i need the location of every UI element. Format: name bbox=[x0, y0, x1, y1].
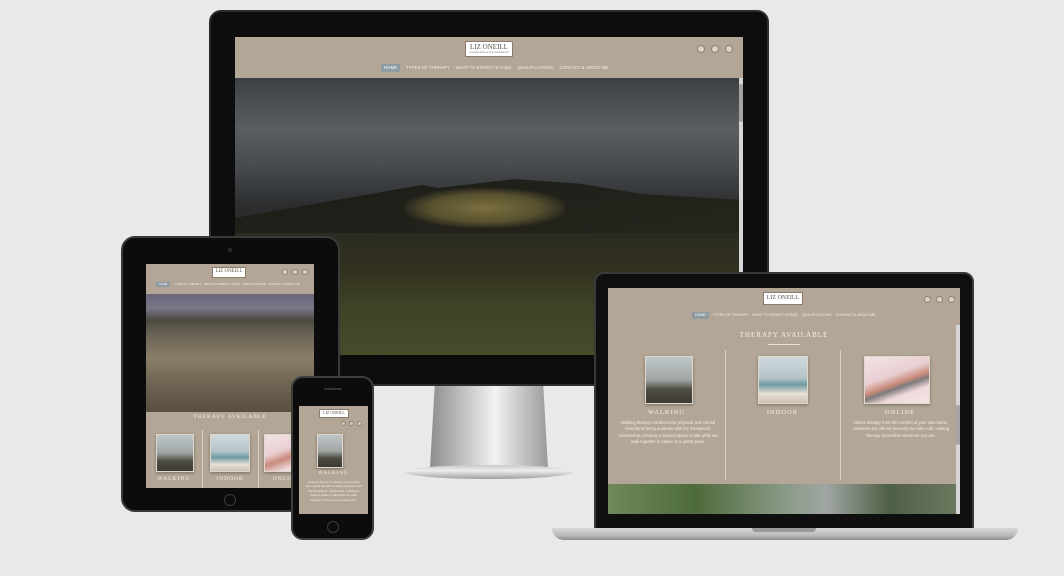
site-header: LIZ ONEILL COUNSELLING & PSYCHOTHERAPY H… bbox=[235, 37, 743, 78]
tablet-section-title: THERAPY AVAILABLE bbox=[193, 414, 267, 420]
logo-tagline: COUNSELLING & PSYCHOTHERAPY bbox=[468, 51, 510, 54]
facebook-icon[interactable] bbox=[924, 296, 931, 303]
phone-logo-name: LIZ ONEILL bbox=[323, 410, 345, 415]
indoor-title: INDOOR bbox=[216, 476, 244, 482]
nav-qualifications[interactable]: QUALIFICATIONS bbox=[243, 282, 266, 287]
nav-faqs[interactable]: WHAT TO EXPECT & FAQS bbox=[752, 312, 797, 319]
tablet-main-nav: HOME TYPES OF THERAPY WHAT TO EXPECT & F… bbox=[156, 282, 300, 287]
nav-contact[interactable]: CONTACT & ABOUT ME bbox=[836, 312, 876, 319]
desktop-scroll-thumb[interactable] bbox=[739, 84, 743, 122]
linkedin-icon[interactable] bbox=[357, 421, 362, 426]
walking-title: WALKING bbox=[318, 471, 349, 476]
nav-qualifications[interactable]: QUALIFICATIONS bbox=[802, 312, 832, 319]
laptop-site-header: LIZ ONEILL HOME TYPES OF THERAPY WHAT TO… bbox=[608, 288, 960, 325]
laptop-site-logo[interactable]: LIZ ONEILL bbox=[763, 292, 803, 305]
laptop-screen: LIZ ONEILL HOME TYPES OF THERAPY WHAT TO… bbox=[608, 288, 960, 514]
mockup-canvas: { "site": { "logo_name": "LIZ ONEILL", "… bbox=[0, 0, 1064, 576]
tablet-site-logo[interactable]: LIZ ONEILL bbox=[212, 267, 246, 278]
phone-screen: LIZ ONEILL WALKING Walking therapy combi… bbox=[299, 406, 368, 514]
nav-home[interactable]: HOME bbox=[692, 312, 709, 319]
logo-name: LIZ ONEILL bbox=[470, 43, 508, 51]
nav-home[interactable]: HOME bbox=[381, 64, 401, 72]
laptop-logo-name: LIZ ONEILL bbox=[766, 295, 800, 301]
indoor-title: INDOOR bbox=[766, 409, 799, 416]
tablet-home-button[interactable] bbox=[224, 494, 236, 506]
nav-contact[interactable]: CONTACT & ABOUT ME bbox=[560, 64, 609, 72]
online-text: Online therapy from the comfort of your … bbox=[852, 420, 950, 438]
tablet-logo-name: LIZ ONEILL bbox=[215, 269, 243, 274]
phone-site-logo[interactable]: LIZ ONEILL bbox=[319, 409, 349, 418]
walking-title: WALKING bbox=[157, 476, 191, 482]
facebook-icon[interactable] bbox=[282, 269, 288, 275]
phone-speaker bbox=[324, 388, 342, 390]
tablet-hero-image bbox=[146, 294, 314, 412]
walking-text: Walking therapy combines the physical an… bbox=[305, 480, 362, 502]
laptop: LIZ ONEILL HOME TYPES OF THERAPY WHAT TO… bbox=[594, 272, 974, 530]
tablet-camera bbox=[228, 248, 232, 252]
nav-home[interactable]: HOME bbox=[156, 282, 171, 287]
nav-faqs[interactable]: WHAT TO EXPECT & FAQS bbox=[204, 282, 239, 287]
walking-text: Walking therapy combines the physical an… bbox=[618, 420, 718, 444]
indoor-image[interactable] bbox=[210, 434, 250, 472]
walking-image[interactable] bbox=[317, 434, 343, 468]
laptop-scrollbar[interactable] bbox=[956, 325, 960, 514]
laptop-main-nav: HOME TYPES OF THERAPY WHAT TO EXPECT & F… bbox=[692, 312, 876, 319]
title-underline bbox=[768, 344, 800, 345]
nav-qualifications[interactable]: QUALIFICATIONS bbox=[517, 64, 553, 72]
laptop-notch bbox=[752, 528, 816, 532]
nav-types-of-therapy[interactable]: TYPES OF THERAPY bbox=[173, 282, 201, 287]
nav-types-of-therapy[interactable]: TYPES OF THERAPY bbox=[406, 64, 450, 72]
hero-sunlit-ridge bbox=[405, 188, 565, 228]
nav-contact[interactable]: CONTACT & ABOUT ME bbox=[269, 282, 300, 287]
facebook-icon[interactable] bbox=[341, 421, 346, 426]
instagram-icon[interactable] bbox=[936, 296, 943, 303]
walking-title: WALKING bbox=[647, 409, 686, 416]
phone: LIZ ONEILL WALKING Walking therapy combi… bbox=[291, 376, 374, 540]
online-title: ONLINE bbox=[884, 409, 916, 416]
linkedin-icon[interactable] bbox=[948, 296, 955, 303]
nav-faqs[interactable]: WHAT TO EXPECT & FAQS bbox=[456, 64, 511, 72]
monitor-base bbox=[405, 465, 573, 479]
facebook-icon[interactable] bbox=[697, 45, 705, 53]
tablet-site-header: LIZ ONEILL HOME TYPES OF THERAPY WHAT TO… bbox=[146, 264, 314, 294]
walking-image[interactable] bbox=[645, 356, 693, 404]
instagram-icon[interactable] bbox=[711, 45, 719, 53]
site-logo[interactable]: LIZ ONEILL COUNSELLING & PSYCHOTHERAPY bbox=[465, 41, 513, 57]
phone-home-button[interactable] bbox=[327, 521, 339, 533]
monitor-neck bbox=[430, 386, 548, 468]
nav-types-of-therapy[interactable]: TYPES OF THERAPY bbox=[713, 312, 749, 319]
forest-banner bbox=[608, 484, 960, 514]
online-image[interactable] bbox=[864, 356, 930, 404]
tablet-screen: LIZ ONEILL HOME TYPES OF THERAPY WHAT TO… bbox=[146, 264, 314, 488]
instagram-icon[interactable] bbox=[349, 421, 354, 426]
phone-site-header: LIZ ONEILL bbox=[299, 406, 368, 428]
indoor-image[interactable] bbox=[758, 356, 808, 404]
main-nav: HOME TYPES OF THERAPY WHAT TO EXPECT & F… bbox=[381, 64, 608, 72]
linkedin-icon[interactable] bbox=[302, 269, 308, 275]
section-title: THERAPY AVAILABLE bbox=[739, 331, 829, 339]
instagram-icon[interactable] bbox=[292, 269, 298, 275]
laptop-scroll-thumb[interactable] bbox=[956, 405, 960, 445]
walking-image[interactable] bbox=[156, 434, 194, 472]
linkedin-icon[interactable] bbox=[725, 45, 733, 53]
